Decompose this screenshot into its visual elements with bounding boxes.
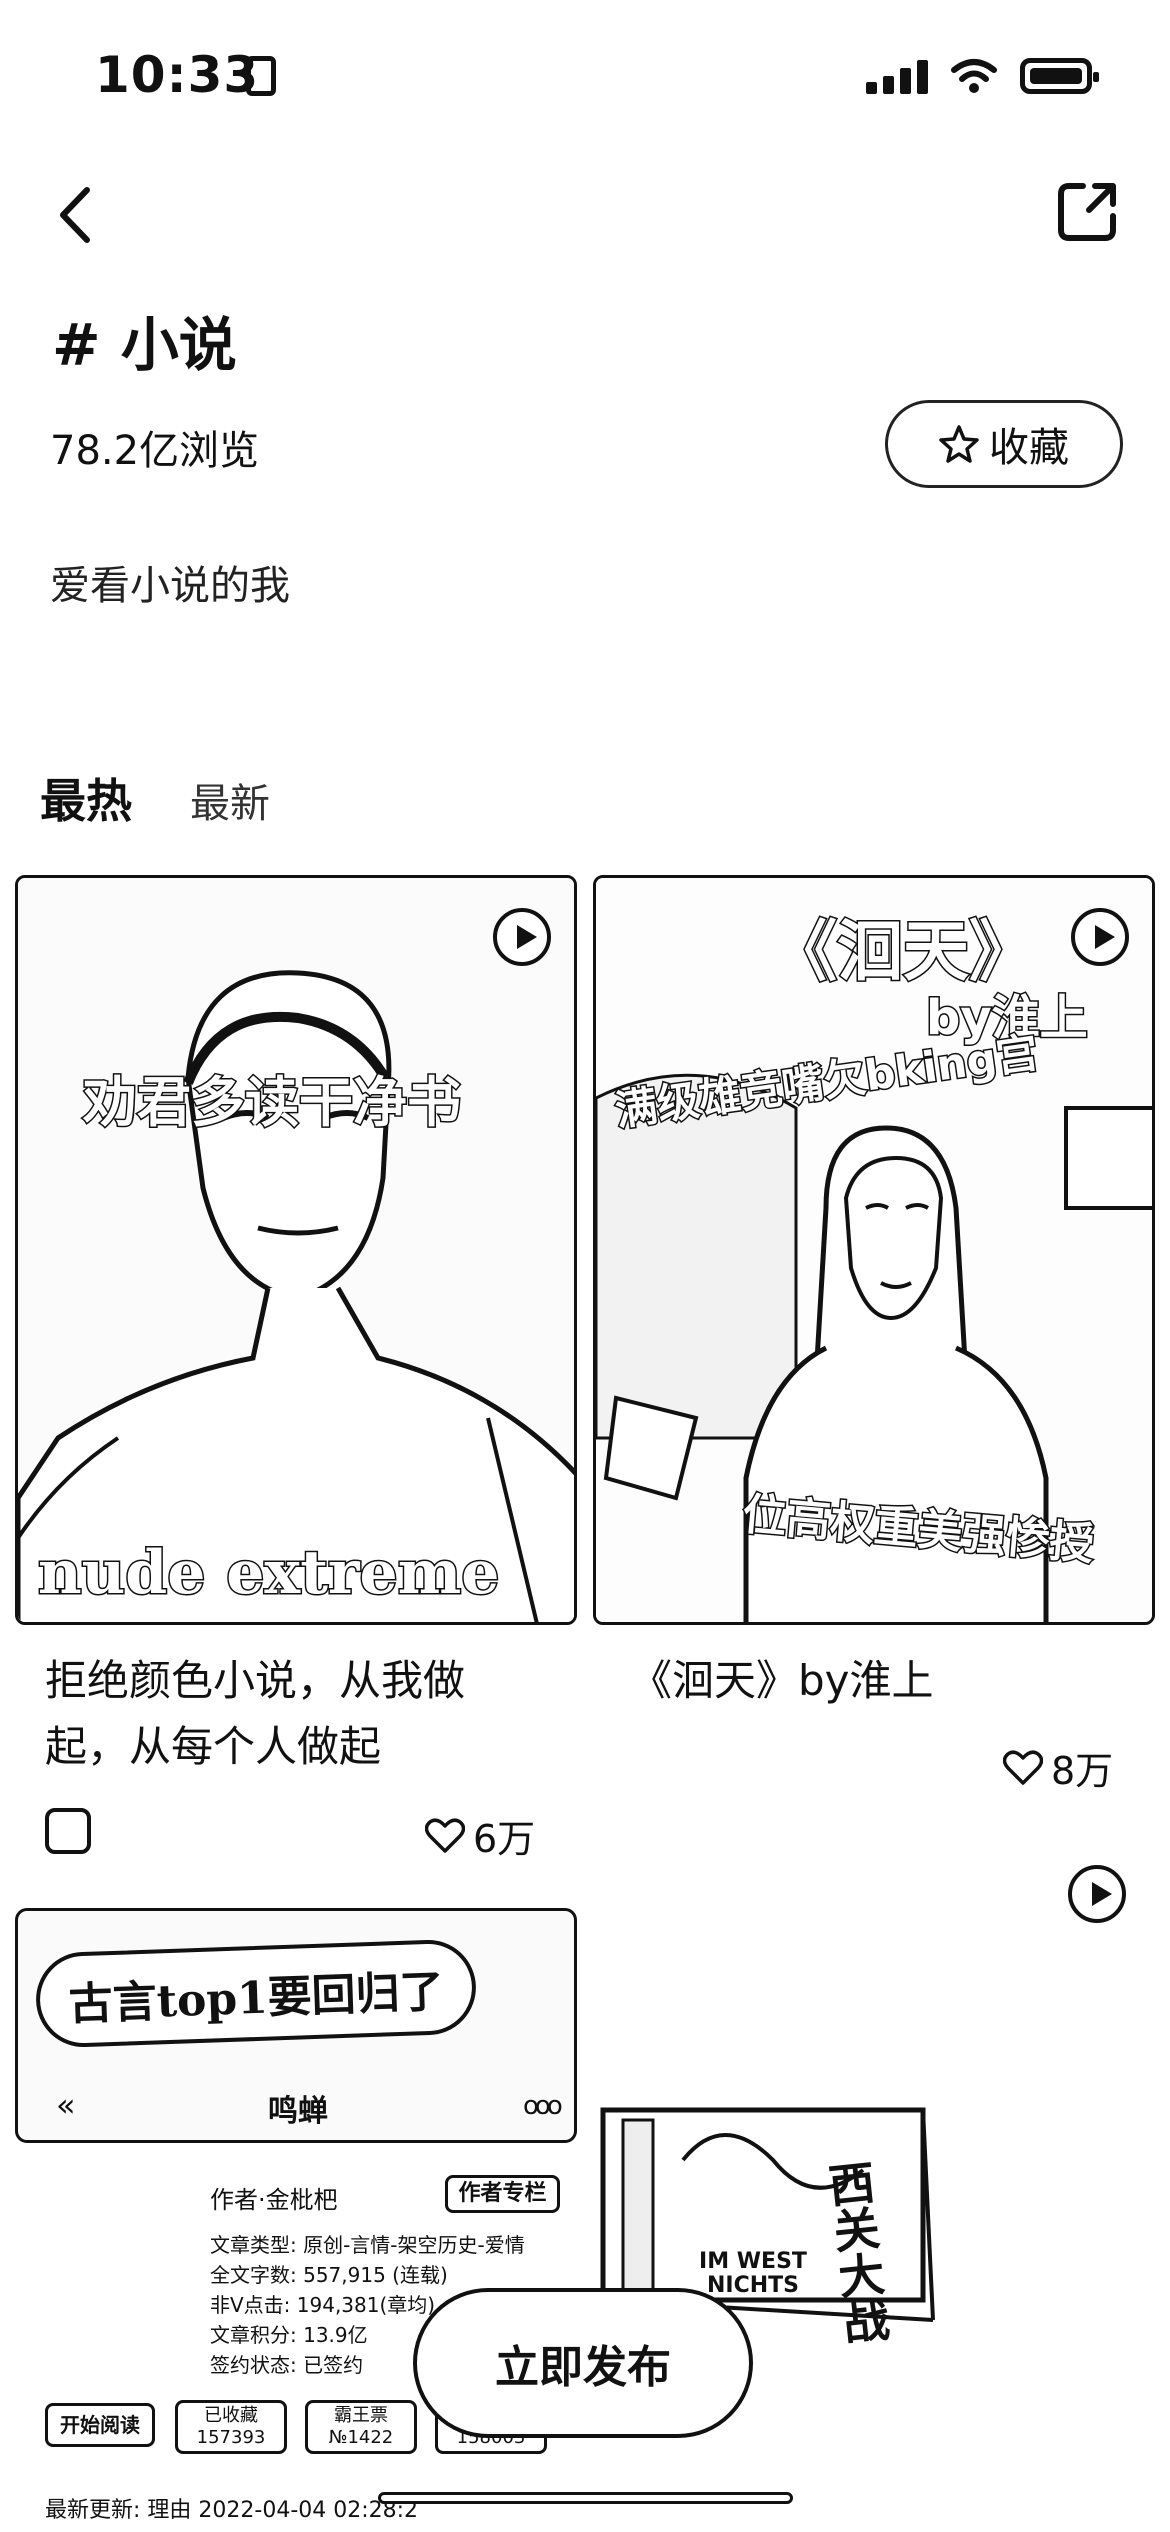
shirt-print: nude extreme: [36, 1537, 500, 1610]
status-time: 10:33: [95, 46, 260, 104]
view-count: 78.2亿浏览: [50, 428, 260, 474]
heart-icon: [425, 1817, 465, 1853]
favorite-label: 收藏: [989, 425, 1069, 471]
signal-icon: [866, 60, 928, 94]
status-icons: [866, 58, 1099, 94]
home-indicator[interactable]: [378, 2492, 793, 2504]
play-icon: [493, 908, 551, 966]
play-icon: [1071, 908, 1129, 966]
favorite-button[interactable]: 收藏: [885, 400, 1123, 488]
back-chevron-icon: «: [56, 2086, 76, 2124]
like-count[interactable]: 8万: [1003, 1740, 1113, 1795]
start-reading-button[interactable]: 开始阅读: [45, 2403, 155, 2447]
post-title[interactable]: 拒绝颜色小说，从我做起，从每个人做起: [45, 1648, 505, 1780]
post-thumbnail[interactable]: 古言top1要回归了 « 鸣蝉 ooo: [15, 1908, 577, 2143]
orientation-lock-icon: [246, 56, 276, 96]
post-thumbnail[interactable]: 劝君多读干净书 nude extreme: [15, 875, 577, 1625]
tab-hottest[interactable]: 最热: [40, 765, 132, 831]
collected-button[interactable]: 已收藏 157393: [175, 2400, 287, 2454]
topic-description: 爱看小说的我: [50, 563, 290, 609]
person-photo: [18, 878, 574, 1622]
author-line: 作者·金枇杷: [210, 2186, 338, 2214]
publish-button[interactable]: 立即发布: [413, 2288, 753, 2438]
like-count-value: 8万: [1051, 1749, 1114, 1793]
update-line: 最新更新: 理由 2022-04-04 02:28:2: [45, 2498, 419, 2523]
topic-title: # 小说: [52, 311, 237, 379]
like-count-value: 6万: [473, 1817, 536, 1861]
like-count[interactable]: 6万: [425, 1808, 535, 1863]
more-icon: ooo: [523, 2091, 563, 2121]
heart-icon: [1003, 1749, 1043, 1785]
publish-label: 立即发布: [495, 2342, 671, 2393]
image-caption: 劝君多读干净书: [82, 1070, 463, 1136]
nav-bar: [0, 160, 1170, 260]
post-title[interactable]: 《洄天》by淮上: [630, 1648, 1130, 1714]
star-icon: [939, 425, 979, 463]
sort-tabs: 最热 最新: [40, 765, 270, 831]
author-avatar[interactable]: [45, 1808, 91, 1854]
post-thumbnail[interactable]: 《洄天》 by淮上 满级雄竞嘴欠bking宫 位高权重美强惨授: [593, 875, 1155, 1625]
author-column-badge[interactable]: 作者专栏: [445, 2175, 560, 2213]
banner-text: 古言top1要回归了: [67, 1965, 445, 2031]
battery-icon: [1020, 58, 1099, 94]
share-icon[interactable]: [1055, 180, 1119, 244]
back-icon[interactable]: [45, 180, 105, 250]
overlord-ticket-button[interactable]: 霸王票 №1422: [305, 2400, 417, 2454]
banner-bubble: 古言top1要回归了: [34, 1938, 478, 2049]
book-name: 鸣蝉: [268, 2094, 328, 2129]
wifi-icon: [951, 59, 997, 93]
status-bar: 10:33: [0, 0, 1170, 150]
tab-newest[interactable]: 最新: [190, 771, 270, 829]
